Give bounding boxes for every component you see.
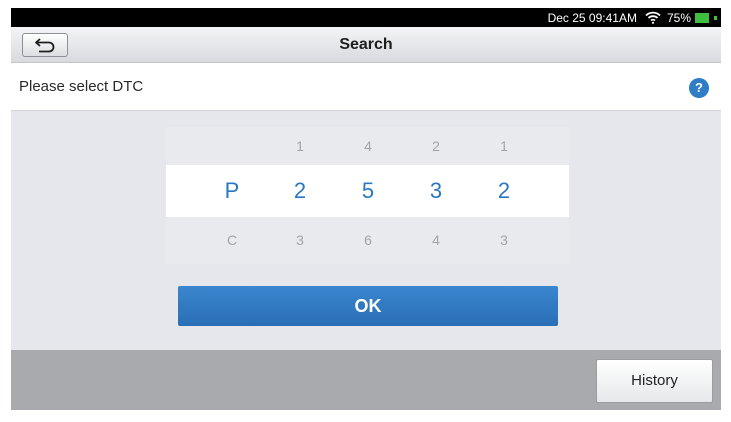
prompt-row: Please select DTC ? (11, 63, 721, 111)
page-title: Search (339, 36, 393, 53)
picker-above-cell[interactable]: 1 (280, 127, 320, 165)
picker-selected-cell[interactable]: 3 (416, 165, 456, 217)
picker-below-cell[interactable]: 3 (484, 217, 524, 264)
status-time: Dec 25 09:41AM (547, 10, 637, 25)
bottom-bar: History (11, 350, 721, 410)
battery-icon (695, 12, 717, 23)
wifi-icon (645, 11, 661, 24)
picker-below-cell[interactable]: 6 (348, 217, 388, 264)
picker-above-cell[interactable]: 2 (416, 127, 456, 165)
picker-selected-cell[interactable]: 2 (280, 165, 320, 217)
picker-row-selected: P 2 5 3 2 (166, 165, 569, 217)
picker-below-cell[interactable]: C (212, 217, 252, 264)
picker-selected-cell[interactable]: 5 (348, 165, 388, 217)
picker-above-cell[interactable]: 4 (348, 127, 388, 165)
battery-percent: 75% (666, 10, 691, 25)
picker-selected-cell[interactable]: 2 (484, 165, 524, 217)
history-button[interactable]: History (596, 359, 713, 403)
prompt-text: Please select DTC (19, 78, 144, 95)
picker-row-below: C 3 6 4 3 (166, 217, 569, 264)
title-bar: Search (11, 27, 721, 63)
ok-button[interactable]: OK (178, 286, 558, 326)
help-icon[interactable]: ? (689, 78, 709, 98)
picker-above-cell[interactable]: 1 (484, 127, 524, 165)
status-bar: Dec 25 09:41AM 75% (11, 8, 721, 27)
picker-below-cell[interactable]: 4 (416, 217, 456, 264)
picker-selected-cell[interactable]: P (212, 165, 252, 217)
dtc-picker[interactable]: 1 4 2 1 P 2 5 3 2 C 3 6 4 3 (166, 127, 569, 264)
picker-row-above: 1 4 2 1 (166, 127, 569, 165)
app-frame: Dec 25 09:41AM 75% Search Please select … (11, 8, 721, 410)
picker-below-cell[interactable]: 3 (280, 217, 320, 264)
